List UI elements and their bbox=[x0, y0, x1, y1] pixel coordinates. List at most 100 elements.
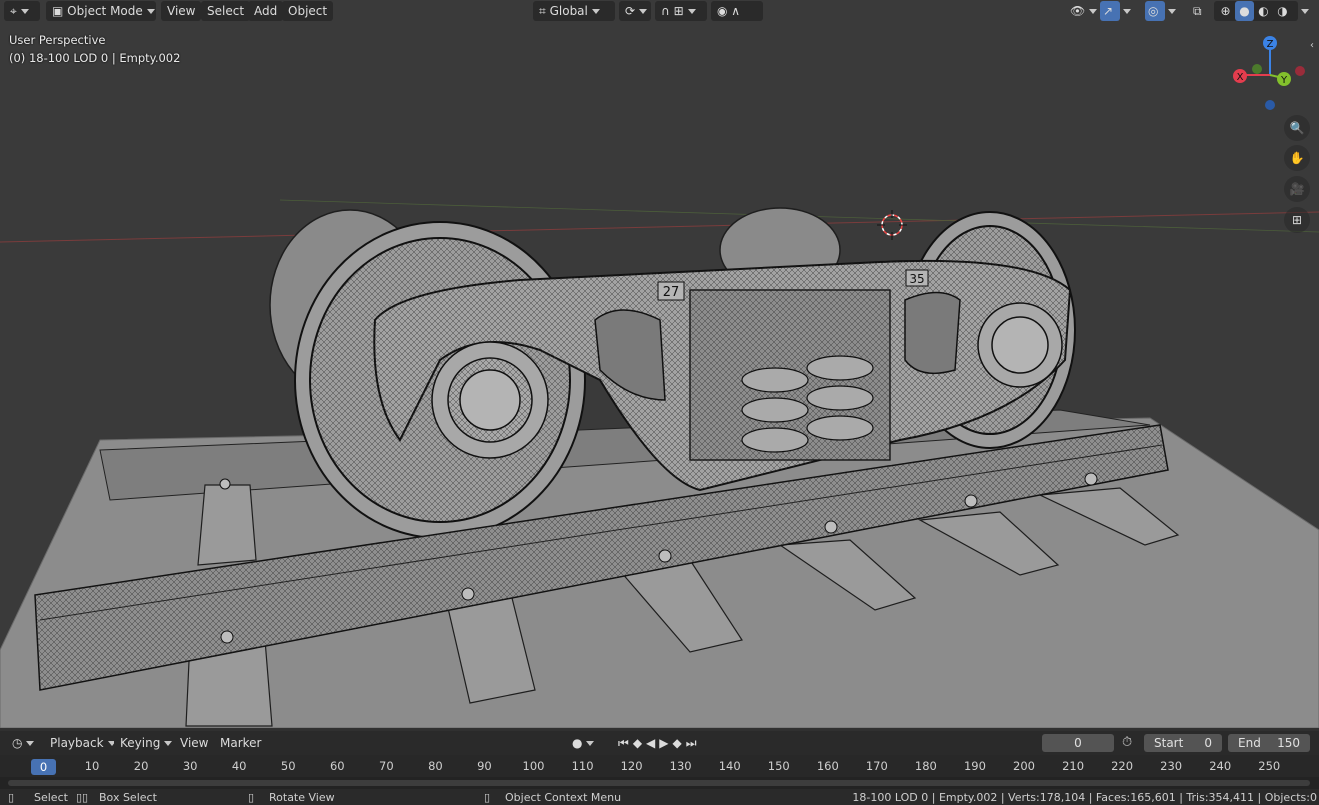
jump-start-icon[interactable]: ⏮ bbox=[618, 736, 633, 750]
start-label: Start bbox=[1154, 736, 1184, 750]
timeline-tick: 10 bbox=[84, 759, 100, 773]
timeline-tick: 230 bbox=[1160, 759, 1183, 773]
timeline-tick: 40 bbox=[231, 759, 247, 773]
overlays-dropdown[interactable] bbox=[1165, 1, 1183, 21]
timeline-tick: 100 bbox=[522, 759, 545, 773]
editor-type-icon: ⌖ bbox=[10, 4, 17, 18]
add-menu[interactable]: Add bbox=[248, 1, 284, 21]
gizmo-dropdown[interactable] bbox=[1120, 1, 1138, 21]
timeline-tick: 70 bbox=[379, 759, 394, 773]
neg-z-axis-handle[interactable] bbox=[1265, 100, 1275, 110]
timeline-tick: 50 bbox=[280, 759, 296, 773]
timeline-tick: 240 bbox=[1209, 759, 1232, 773]
xray-toggle-button[interactable]: ⧉ bbox=[1190, 1, 1210, 21]
3d-cursor[interactable] bbox=[877, 210, 907, 240]
rendered-shading-icon[interactable]: ◑ bbox=[1273, 1, 1292, 21]
timeline-tick: 190 bbox=[963, 759, 986, 773]
scene-wireframe: 27 35 bbox=[0, 199, 1319, 728]
perspective-label: User Perspective bbox=[9, 33, 106, 47]
timeline-tick: 170 bbox=[865, 759, 888, 773]
overlays-icon: ◎ bbox=[1148, 4, 1159, 18]
wireframe-shading-icon[interactable]: ⊕ bbox=[1216, 1, 1235, 21]
navigation-gizmo[interactable]: Z X Y bbox=[1228, 33, 1308, 115]
xray-icon: ⧉ bbox=[1193, 4, 1202, 18]
timeline-scrollbar[interactable] bbox=[0, 777, 1319, 789]
playback-label: Playback bbox=[50, 736, 104, 750]
record-icon: ● bbox=[572, 736, 583, 750]
end-frame-field[interactable]: End 150 bbox=[1228, 734, 1310, 752]
status-box-select: Box Select bbox=[99, 791, 157, 804]
stopwatch-icon[interactable]: ⏱ bbox=[1122, 735, 1132, 750]
pivot-icon: ⟳ bbox=[625, 4, 636, 18]
snap-button[interactable]: ∩ ⊞ bbox=[655, 1, 707, 21]
status-rotate-view: Rotate View bbox=[269, 791, 335, 804]
prev-keyframe-icon[interactable]: ◆ bbox=[633, 736, 646, 750]
scene-statistics: 18-100 LOD 0 | Empty.002 | Verts:178,104… bbox=[852, 791, 1317, 804]
start-frame-field[interactable]: Start 0 bbox=[1144, 734, 1222, 752]
status-bar: ▯ Select ▯▯ Box Select ▯ Rotate View ▯ O… bbox=[0, 789, 1319, 805]
frame-cursor[interactable]: 0 bbox=[31, 759, 56, 775]
playback-controls: ⏮◆◀▶◆⏭ bbox=[612, 733, 732, 753]
auto-keying-button[interactable]: ● bbox=[566, 733, 604, 753]
status-select: Select bbox=[34, 791, 68, 804]
timeline-editor-type-button[interactable]: ◷ bbox=[6, 733, 38, 753]
clock-icon: ◷ bbox=[12, 736, 23, 750]
playback-menu[interactable]: Playback bbox=[44, 733, 116, 753]
timeline-tick: 220 bbox=[1111, 759, 1134, 773]
transform-orientation-dropdown[interactable]: ⌗ Global bbox=[533, 1, 615, 21]
mode-label: Object Mode bbox=[67, 4, 143, 18]
zoom-view-button[interactable]: 🔍 bbox=[1284, 115, 1310, 141]
overlays-toggle-button[interactable]: ◎ bbox=[1145, 1, 1165, 21]
gizmo-icon: ↗ bbox=[1103, 4, 1114, 18]
timeline-tick: 80 bbox=[428, 759, 443, 773]
shading-dropdown[interactable] bbox=[1298, 1, 1316, 21]
x-axis-line bbox=[0, 211, 1319, 243]
timeline-tick: 30 bbox=[182, 759, 198, 773]
play-icon[interactable]: ▶ bbox=[659, 736, 672, 750]
timeline-tick: 60 bbox=[329, 759, 345, 773]
editor-type-button[interactable]: ⌖ bbox=[4, 1, 40, 21]
pan-view-button[interactable]: ✋ bbox=[1284, 145, 1310, 171]
keying-label: Keying bbox=[120, 736, 161, 750]
material-shading-icon[interactable]: ◐ bbox=[1254, 1, 1273, 21]
mode-dropdown[interactable]: ▣ Object Mode bbox=[46, 1, 156, 21]
shading-mode-group: ⊕ ● ◐ ◑ bbox=[1214, 1, 1298, 21]
keying-menu[interactable]: Keying bbox=[114, 733, 174, 753]
mouse-left-icon: ▯ bbox=[8, 791, 15, 804]
neg-x-axis-handle[interactable] bbox=[1295, 66, 1305, 76]
neg-y-axis-handle[interactable] bbox=[1252, 64, 1262, 74]
zoom-icon: 🔍 bbox=[1289, 121, 1305, 135]
magnet-icon: ∩ ⊞ bbox=[661, 4, 684, 18]
timeline-view-menu[interactable]: View bbox=[174, 733, 214, 753]
plate-label-27: 27 bbox=[663, 285, 680, 300]
object-menu[interactable]: Object bbox=[282, 1, 334, 21]
next-keyframe-icon[interactable]: ◆ bbox=[673, 736, 686, 750]
3d-viewport[interactable]: 27 35 ⌖ ▣ Object Mode View Select Add Ob… bbox=[0, 0, 1319, 728]
timeline-tick: 130 bbox=[669, 759, 692, 773]
view-menu[interactable]: View bbox=[161, 1, 202, 21]
ortho-toggle-button[interactable]: ⊞ bbox=[1284, 207, 1310, 233]
proportional-editing-button[interactable]: ◉ ∧ bbox=[711, 1, 763, 21]
x-axis-label: X bbox=[1237, 72, 1244, 83]
timeline-tick: 250 bbox=[1258, 759, 1281, 773]
camera-view-button[interactable]: 🎥 bbox=[1284, 176, 1310, 202]
timeline-tick: 150 bbox=[767, 759, 790, 773]
pivot-point-button[interactable]: ⟳ bbox=[619, 1, 651, 21]
timeline-ruler[interactable]: 10 20 30 40 50 60 70 80 90 100 110 120 130 140 150 160 1… bbox=[0, 755, 1319, 777]
visibility-button[interactable]: 👁 bbox=[1064, 1, 1098, 21]
hand-icon: ✋ bbox=[1289, 151, 1305, 165]
scrollbar-thumb[interactable] bbox=[8, 780, 1310, 786]
object-info-label: (0) 18-100 LOD 0 | Empty.002 bbox=[9, 51, 181, 65]
select-menu[interactable]: Select bbox=[201, 1, 251, 21]
timeline-tick: 20 bbox=[133, 759, 149, 773]
solid-shading-icon[interactable]: ● bbox=[1235, 1, 1254, 21]
orientation-icon: ⌗ bbox=[539, 4, 546, 18]
current-frame-field[interactable]: 0 bbox=[1042, 734, 1114, 752]
sidebar-toggle-icon[interactable]: ‹ bbox=[1310, 40, 1314, 51]
play-reverse-icon[interactable]: ◀ bbox=[646, 736, 659, 750]
marker-menu[interactable]: Marker bbox=[214, 733, 267, 753]
gizmo-toggle-button[interactable]: ↗ bbox=[1100, 1, 1120, 21]
jump-end-icon[interactable]: ⏭ bbox=[686, 736, 701, 750]
mouse-middle-icon: ▯ bbox=[248, 791, 255, 804]
eye-icon: 👁 bbox=[1070, 4, 1086, 18]
